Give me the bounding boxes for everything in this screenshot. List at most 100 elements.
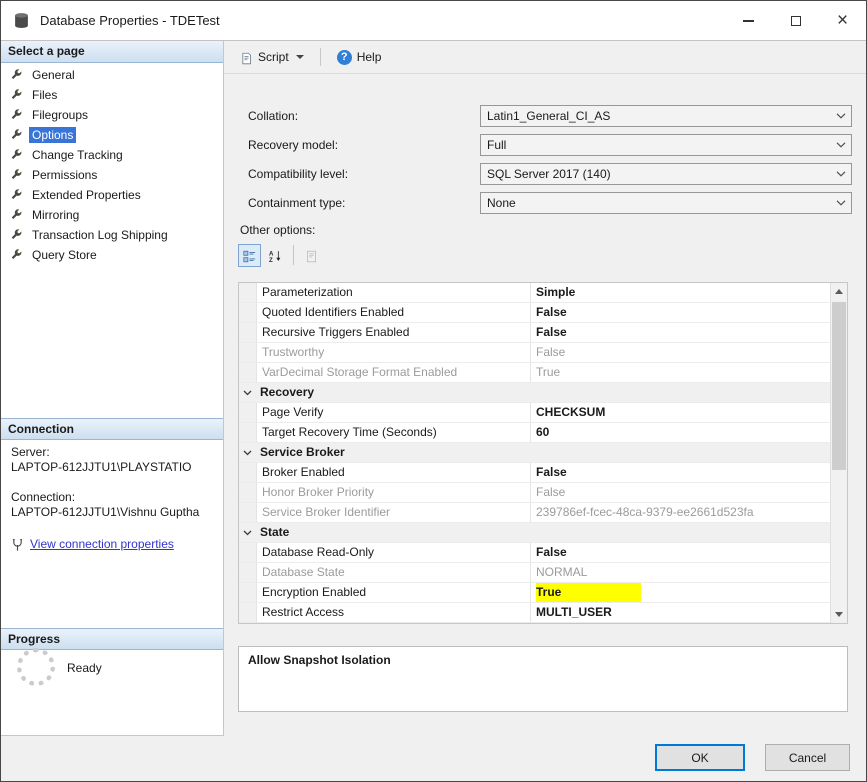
scroll-down-button[interactable] xyxy=(831,606,847,623)
recovery-model-dropdown[interactable]: Full xyxy=(480,134,852,156)
progress-header: Progress xyxy=(1,628,223,650)
value-text: False xyxy=(536,545,567,559)
property-pages-icon xyxy=(305,249,318,262)
grid-row-restrict-access[interactable]: Restrict Access MULTI_USER xyxy=(239,603,830,623)
categorized-icon xyxy=(243,249,256,262)
scrollbar-thumb[interactable] xyxy=(832,302,846,470)
grid-row-encryption-enabled[interactable]: Encryption Enabled True xyxy=(239,583,830,603)
minimize-icon xyxy=(743,19,754,22)
grid-row-database-read-only[interactable]: Database Read-Only False xyxy=(239,543,830,563)
help-label: Help xyxy=(356,50,382,64)
grid-row-quoted-identifiers-enabled[interactable]: Quoted Identifiers Enabled False xyxy=(239,303,830,323)
wrench-icon xyxy=(10,208,23,222)
close-button[interactable]: × xyxy=(819,1,866,40)
svg-text:Z: Z xyxy=(269,257,273,264)
categorized-button[interactable] xyxy=(238,243,261,267)
wrench-icon xyxy=(10,148,23,162)
grid-row-broker-enabled[interactable]: Broker Enabled False xyxy=(239,463,830,483)
property-value[interactable]: 239786ef-fcec-48ca-9379-ee2661d523fa xyxy=(531,503,830,522)
help-button[interactable]: ? Help xyxy=(333,47,386,68)
grid-row-database-state[interactable]: Database State NORMAL xyxy=(239,563,830,583)
category-label: Recovery xyxy=(260,385,315,399)
highlighted-value: True xyxy=(536,583,641,602)
property-value[interactable]: False xyxy=(531,303,830,322)
value-text: 239786ef-fcec-48ca-9379-ee2661d523fa xyxy=(536,505,754,519)
sidebar-item-transaction-log-shipping[interactable]: Transaction Log Shipping xyxy=(1,225,223,245)
window-controls: × xyxy=(725,1,866,40)
row-margin xyxy=(239,463,257,482)
sidebar-item-permissions[interactable]: Permissions xyxy=(1,165,223,185)
wrench-icon xyxy=(10,68,23,82)
property-value[interactable]: False xyxy=(531,463,830,482)
ok-button[interactable]: OK xyxy=(655,744,745,771)
scroll-up-button[interactable] xyxy=(831,283,847,300)
grid-row-honor-broker-priority[interactable]: Honor Broker Priority False xyxy=(239,483,830,503)
property-value[interactable]: MULTI_USER xyxy=(531,603,830,622)
property-value[interactable]: True xyxy=(531,363,830,382)
chevron-down-icon xyxy=(831,164,851,184)
grid-category-service-broker[interactable]: Service Broker xyxy=(239,443,830,463)
alphabetical-sort-button[interactable]: AZ xyxy=(264,244,287,267)
vertical-scrollbar[interactable] xyxy=(830,283,847,623)
property-pages-button[interactable] xyxy=(300,244,323,267)
compatibility-level-dropdown[interactable]: SQL Server 2017 (140) xyxy=(480,163,852,185)
sidebar-item-change-tracking[interactable]: Change Tracking xyxy=(1,145,223,165)
containment-type-dropdown[interactable]: None xyxy=(480,192,852,214)
property-value[interactable]: False xyxy=(531,323,830,342)
sidebar-item-files[interactable]: Files xyxy=(1,85,223,105)
grid-row-parameterization[interactable]: Parameterization Simple xyxy=(239,283,830,303)
script-label: Script xyxy=(258,50,289,64)
value-text: True xyxy=(536,365,561,379)
grid-row-recursive-triggers-enabled[interactable]: Recursive Triggers Enabled False xyxy=(239,323,830,343)
view-connection-properties-link[interactable]: View connection properties xyxy=(11,537,174,551)
property-value[interactable]: 60 xyxy=(531,423,830,442)
script-button[interactable]: Script xyxy=(236,47,308,67)
row-margin xyxy=(239,583,257,602)
wrench-icon xyxy=(10,188,23,202)
sidebar-item-options[interactable]: Options xyxy=(1,125,223,145)
sidebar-item-filegroups[interactable]: Filegroups xyxy=(1,105,223,125)
grid-row-service-broker-identifier[interactable]: Service Broker Identifier 239786ef-fcec-4… xyxy=(239,503,830,523)
property-grid-toolbar: AZ xyxy=(238,242,323,268)
collapse-chevron-icon[interactable] xyxy=(239,383,257,402)
property-name: Recursive Triggers Enabled xyxy=(257,323,531,342)
property-value[interactable]: False xyxy=(531,483,830,502)
property-value[interactable]: Simple xyxy=(531,283,830,302)
property-value[interactable]: False xyxy=(531,343,830,362)
grid-row-page-verify[interactable]: Page Verify CHECKSUM xyxy=(239,403,830,423)
sidebar-item-label: Query Store xyxy=(32,248,97,262)
property-value[interactable]: True xyxy=(531,583,830,602)
select-a-page-header: Select a page xyxy=(1,41,223,63)
arrow-down-icon xyxy=(835,612,843,617)
server-value: LAPTOP-612JJTU1\PLAYSTATIO xyxy=(11,460,192,474)
property-value[interactable]: CHECKSUM xyxy=(531,403,830,422)
sidebar-item-query-store[interactable]: Query Store xyxy=(1,245,223,265)
sidebar-item-mirroring[interactable]: Mirroring xyxy=(1,205,223,225)
grid-row-vardecimal-storage-format-enabled[interactable]: VarDecimal Storage Format Enabled True xyxy=(239,363,830,383)
collation-label: Collation: xyxy=(248,109,299,123)
collation-dropdown[interactable]: Latin1_General_CI_AS xyxy=(480,105,852,127)
titlebar: Database Properties - TDETest × xyxy=(1,1,866,41)
cancel-button[interactable]: Cancel xyxy=(765,744,850,771)
alphabetical-sort-icon: AZ xyxy=(269,249,282,264)
sidebar-item-label: Files xyxy=(32,88,58,102)
property-value[interactable]: NORMAL xyxy=(531,563,830,582)
sidebar-item-label: General xyxy=(32,68,75,82)
sidebar-item-label: Mirroring xyxy=(32,208,80,222)
collapse-chevron-icon[interactable] xyxy=(239,523,257,542)
grid-category-recovery[interactable]: Recovery xyxy=(239,383,830,403)
grid-category-state[interactable]: State xyxy=(239,523,830,543)
property-value[interactable]: False xyxy=(531,543,830,562)
maximize-button[interactable] xyxy=(772,1,819,40)
sidebar-item-extended-properties[interactable]: Extended Properties xyxy=(1,185,223,205)
property-grid-rows: Parameterization Simple Quoted Identifiers… xyxy=(239,283,830,623)
sidebar-item-general[interactable]: General xyxy=(1,65,223,85)
options-page-content: Collation: Latin1_General_CI_AS Recovery m… xyxy=(224,74,866,736)
property-name: Honor Broker Priority xyxy=(257,483,531,502)
row-margin xyxy=(239,323,257,342)
property-name: Parameterization xyxy=(257,283,531,302)
grid-row-trustworthy[interactable]: Trustworthy False xyxy=(239,343,830,363)
minimize-button[interactable] xyxy=(725,1,772,40)
collapse-chevron-icon[interactable] xyxy=(239,443,257,462)
grid-row-target-recovery-time-seconds[interactable]: Target Recovery Time (Seconds) 60 xyxy=(239,423,830,443)
